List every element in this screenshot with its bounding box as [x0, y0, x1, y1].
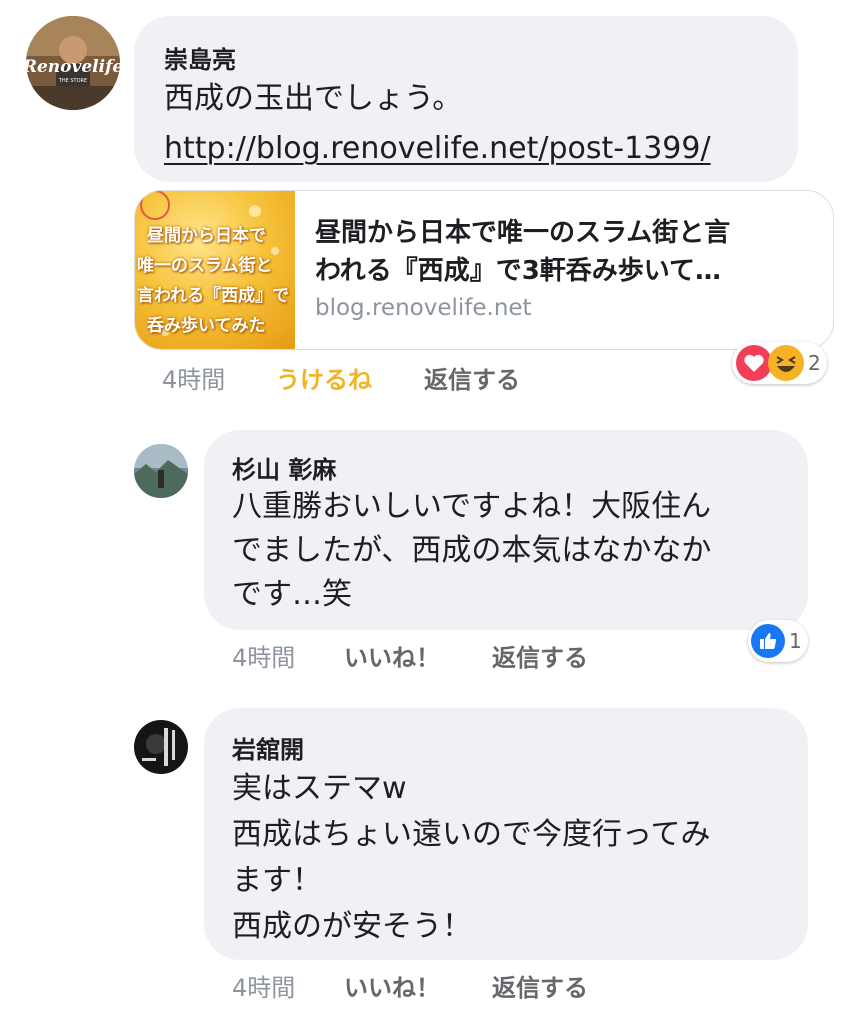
thumbnail-text-line: 言われる『西成』で — [137, 286, 290, 306]
like-icon — [751, 624, 785, 658]
link-preview-title: 昼間から日本で唯一のスラム街と言 — [315, 218, 731, 248]
comment-link[interactable]: http://blog.renovelife.net/post-1399/ — [164, 126, 711, 172]
reaction-count: 1 — [789, 629, 802, 653]
avatar[interactable] — [134, 720, 188, 774]
comment-timestamp[interactable]: 4時間 — [232, 638, 295, 673]
avatar-photo — [134, 720, 188, 774]
comment-text-line: 西成はちょい遠いので今度行ってみ — [232, 817, 711, 852]
avatar-photo — [134, 444, 188, 498]
haha-icon — [768, 345, 804, 381]
comment-text-line: です…笑 — [232, 577, 352, 612]
comment-author[interactable]: 岩舘開 — [232, 730, 304, 765]
reaction-count: 2 — [808, 351, 821, 375]
comment-text-line: 実はステマw — [232, 771, 407, 806]
comment-text-line: ます！ — [232, 863, 322, 898]
thumbnail-text-line: 昼間から日本で — [147, 226, 266, 246]
avatar[interactable] — [134, 444, 188, 498]
link-preview-thumbnail: 昼間から日本で 唯一のスラム街と 言われる『西成』で 呑み歩いてみた — [135, 191, 295, 349]
comment-text-line: 西成の玉出でしょう。 — [164, 81, 463, 116]
link-preview-title: われる『西成』で3軒呑み歩いて… — [315, 256, 722, 286]
reaction-summary[interactable]: 1 — [748, 620, 808, 662]
comment-timestamp[interactable]: 4時間 — [162, 360, 225, 395]
love-icon — [736, 345, 772, 381]
like-button[interactable]: いいね！ — [344, 968, 440, 1003]
thumbnail-text-line: 呑み歩いてみた — [147, 316, 266, 336]
thumbnail-text-line: 唯一のスラム街と — [137, 256, 273, 276]
avatar[interactable]: Renovelife THE STORE — [26, 16, 120, 110]
comment-text-line: でましたが、西成の本気はなかなか — [232, 533, 712, 568]
comment-text-line: 八重勝おいしいですよね！大阪住ん — [232, 489, 712, 524]
reply-button[interactable]: 返信する — [424, 360, 520, 395]
comment-text-line: 西成のが安そう！ — [232, 909, 472, 944]
reaction-button[interactable]: うけるね — [276, 360, 372, 395]
comment-author[interactable]: 崇島亮 — [164, 40, 236, 75]
avatar-logo-text: Renovelife — [26, 57, 120, 77]
comment-timestamp[interactable]: 4時間 — [232, 968, 295, 1003]
comment-author[interactable]: 杉山 彰麻 — [232, 450, 336, 485]
like-button[interactable]: いいね！ — [344, 638, 440, 673]
link-preview-card[interactable]: 昼間から日本で 唯一のスラム街と 言われる『西成』で 呑み歩いてみた 昼間から日… — [134, 190, 834, 350]
reply-button[interactable]: 返信する — [492, 638, 588, 673]
avatar-logo-subtext: THE STORE — [58, 78, 87, 84]
avatar-photo: Renovelife THE STORE — [26, 16, 120, 110]
reaction-summary[interactable]: 2 — [732, 342, 827, 384]
reply-button[interactable]: 返信する — [492, 968, 588, 1003]
link-preview-domain: blog.renovelife.net — [315, 295, 532, 321]
